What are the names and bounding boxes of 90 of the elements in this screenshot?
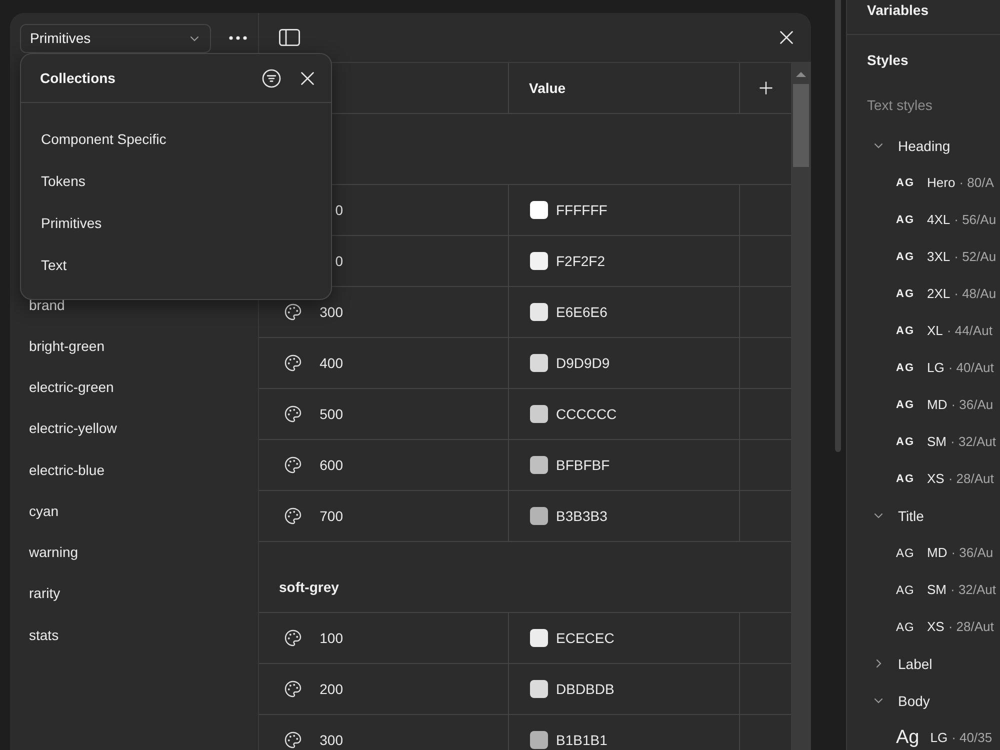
sidebar-panel-icon [278,29,300,46]
color-value: B1B1B1 [556,732,608,748]
palette-icon [284,456,302,474]
color-value: D9D9D9 [556,355,610,371]
palette-icon [284,731,302,749]
collection-item[interactable]: Component Specific [21,118,331,160]
text-style-item[interactable]: Ag LG · 40/35 [847,719,1000,750]
group-item[interactable]: stats [10,614,258,656]
group-item[interactable]: brand [10,284,258,326]
style-group-row[interactable]: Body [847,682,1000,719]
section-title: Styles [867,52,908,68]
color-value: F2F2F2 [556,253,606,269]
type-sample: AG [896,286,916,302]
group-item[interactable]: rarity [10,572,258,614]
type-sample: AG [896,544,916,562]
palette-icon [284,354,302,372]
variable-name: 600 [319,457,343,473]
variable-name: 300 [319,732,343,748]
palette-icon [284,303,302,321]
type-sample: AG [896,212,916,228]
variable-name: 100 [319,630,343,646]
group-item[interactable]: electric-blue [10,449,258,490]
variable-name: 200 [319,681,343,697]
color-value: FFFFFF [556,202,608,218]
text-style-item[interactable]: AG LG · 40/Aut [847,349,1000,386]
section-title: Variables [867,2,928,18]
palette-icon [284,405,302,423]
filter-button[interactable] [262,68,281,88]
collection-item[interactable]: Primitives [21,202,331,244]
scrollbar-thumb[interactable] [793,84,809,167]
type-sample: AG [896,618,916,636]
scroll-up-icon[interactable] [796,72,806,77]
group-item[interactable]: electric-yellow [10,408,258,449]
text-style-item[interactable]: AG MD · 36/Au [847,386,1000,423]
group-item[interactable]: electric-green [10,366,258,408]
variable-name: 300 [319,304,343,320]
variable-name: 400 [319,355,343,371]
variable-name: 700 [319,508,343,524]
type-sample: Ag [896,728,920,748]
type-sample: AG [896,434,916,450]
color-value: CCCCCC [556,406,617,422]
color-value: DBDBDB [556,681,614,697]
palette-icon [284,629,302,647]
column-header: Value [529,80,566,96]
text-style-item[interactable]: AG Hero · 80/A [847,164,1000,201]
collection-dropdown[interactable]: Primitives [20,24,211,52]
scrollbar-track[interactable] [791,63,811,750]
subsection-label: Text styles [867,97,932,113]
color-value: E6E6E6 [556,304,608,320]
more-icon [228,36,246,40]
collection-item[interactable]: Text [21,244,331,286]
group-item[interactable]: cyan [10,490,258,532]
color-value: BFBFBF [556,457,610,473]
type-sample: AG [896,398,916,412]
group-item[interactable]: warning [10,532,258,573]
palette-icon [284,680,302,698]
variable-name: 0 [334,253,343,269]
color-value: ECECEC [556,630,614,646]
text-style-item[interactable]: AG 2XL · 48/Au [847,275,1000,312]
close-icon [301,72,314,84]
text-style-item[interactable]: AG XL · 44/Aut [847,312,1000,349]
style-group-row[interactable]: Label [847,645,1000,682]
filter-icon [262,68,281,88]
text-style-item[interactable]: AG MD · 36/Au [847,534,1000,571]
text-style-item[interactable]: AG XS · 28/Aut [847,608,1000,645]
text-style-item[interactable]: AG 3XL · 52/Au [847,238,1000,275]
chevron-down-icon [190,34,199,42]
close-icon [780,31,792,44]
close-popup-button[interactable] [301,72,314,84]
type-sample: AG [896,324,916,338]
group-item[interactable]: bright-green [10,325,258,366]
popup-title: Collections [40,70,116,86]
text-style-item[interactable]: AG SM · 32/Aut [847,423,1000,460]
type-sample: AG [896,360,916,376]
style-group-row[interactable]: Title [847,497,1000,534]
variable-name: 500 [319,406,343,422]
collection-item[interactable]: Tokens [21,160,331,202]
palette-icon [284,507,302,525]
type-sample: AG [896,250,916,264]
type-sample: AG [896,472,916,486]
type-sample: AG [896,582,916,598]
style-group-row[interactable]: Heading [847,127,1000,164]
type-sample: AG [896,176,916,190]
group-title: soft-grey [279,579,339,595]
text-style-item[interactable]: AG SM · 32/Aut [847,571,1000,608]
text-style-item[interactable]: AG 4XL · 56/Au [847,201,1000,238]
variable-name: 0 [334,202,343,218]
text-style-item[interactable]: AG XS · 28/Aut [847,460,1000,497]
scrollbar-thumb[interactable] [835,0,841,452]
color-value: B3B3B3 [556,508,608,524]
